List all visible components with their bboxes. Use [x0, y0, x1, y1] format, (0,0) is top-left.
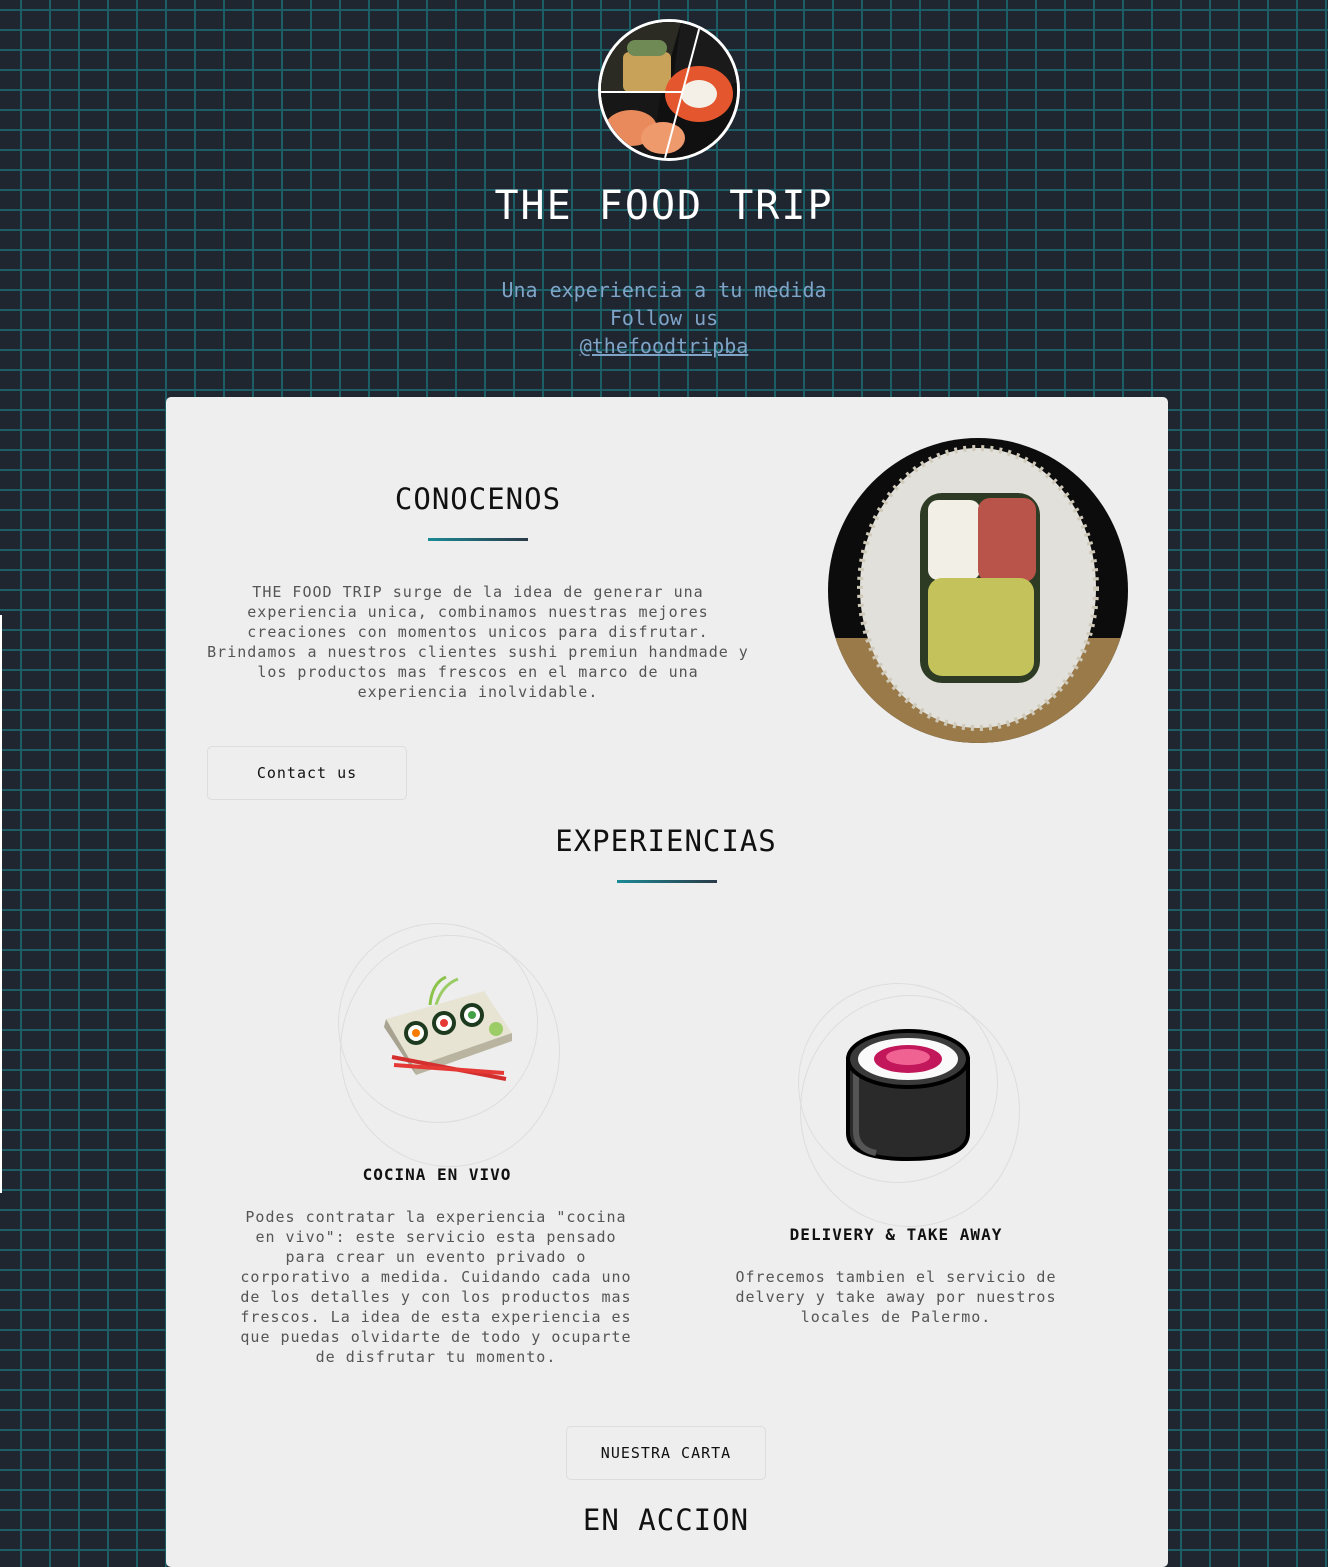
action-title: EN ACCION [582, 1503, 750, 1537]
sushi-photo [828, 438, 1128, 743]
feature-text: Ofrecemos tambien el servicio de delvery… [735, 1268, 1057, 1326]
logo-image [598, 19, 740, 161]
menu-button[interactable]: NUESTRA CARTA [566, 1426, 766, 1480]
tagline: Una experiencia a tu medida [501, 278, 827, 302]
instagram-link[interactable]: @thefoodtripba [580, 334, 749, 358]
about-underline [428, 538, 528, 541]
experiences-title: EXPERIENCIAS [555, 824, 777, 858]
sushi-platter-icon [380, 975, 520, 1095]
site-title: THE FOOD TRIP [494, 183, 834, 229]
sushi-roll-icon [842, 1025, 974, 1165]
contact-button[interactable]: Contact us [207, 746, 407, 800]
about-title: CONOCENOS [394, 482, 562, 516]
feature-title: DELIVERY & TAKE AWAY [789, 1225, 1003, 1244]
feature-title: COCINA EN VIVO [362, 1165, 512, 1184]
follow-label: Follow us [609, 306, 719, 330]
feature-text: Podes contratar la experiencia "cocina e… [240, 1208, 632, 1366]
edge-divider [0, 615, 2, 1193]
about-text: THE FOOD TRIP surge de la idea de genera… [207, 583, 749, 701]
experiences-underline [617, 880, 717, 883]
